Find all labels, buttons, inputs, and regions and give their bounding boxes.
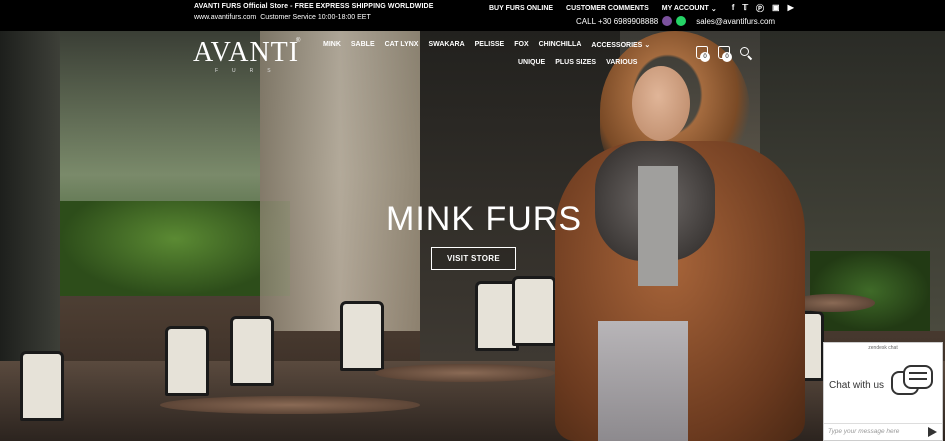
nav-swakara[interactable]: SWAKARA (428, 41, 464, 49)
nav-fox[interactable]: FOX (514, 41, 528, 49)
nav-chinchilla[interactable]: CHINCHILLA (539, 41, 582, 49)
service-hours: Customer Service 10:00-18:00 EET (260, 14, 371, 21)
cafe-chair (230, 316, 274, 386)
search-icon[interactable] (740, 46, 753, 60)
cafe-table (375, 364, 555, 382)
nav-unique[interactable]: UNIQUE (518, 59, 545, 66)
phone-number[interactable]: CALL +30 6989908888 (576, 17, 658, 26)
contact-info: www.avantifurs.com Customer Service 10:00… (194, 14, 371, 21)
twitter-icon[interactable]: 𝕋 (742, 3, 748, 14)
chevron-down-icon: ⌄ (710, 5, 717, 13)
logo-subtitle: FURS (215, 68, 285, 74)
buy-furs-link[interactable]: BUY FURS ONLINE (489, 5, 553, 12)
main-nav: MINK SABLE CAT LYNX SWAKARA PELISSE FOX … (323, 41, 650, 49)
hero-bg-hedge (60, 201, 290, 296)
chat-widget[interactable]: zendesk chat Chat with us Type your mess… (823, 342, 943, 441)
youtube-icon[interactable]: ▶ (788, 3, 794, 14)
main-nav-row2: UNIQUE PLUS SIZES VARIOUS (518, 59, 637, 66)
nav-various[interactable]: VARIOUS (606, 59, 637, 66)
visit-store-button[interactable]: VISIT STORE (431, 247, 516, 270)
hero-headline: MINK FURS (386, 200, 582, 238)
registered-mark: ® (296, 38, 301, 44)
send-icon[interactable] (928, 427, 937, 437)
chat-input-row: Type your message here (824, 423, 942, 441)
nav-pelisse[interactable]: PELISSE (475, 41, 505, 49)
email-link[interactable]: sales@avantifurs.com (696, 17, 775, 26)
avanti-logo[interactable]: AVANTI (193, 39, 299, 67)
cafe-chair (20, 351, 64, 421)
wishlist-icon[interactable]: 0 (696, 46, 710, 62)
whatsapp-icon[interactable] (676, 16, 687, 26)
model-shirt (638, 166, 678, 286)
site-url[interactable]: www.avantifurs.com (194, 14, 256, 21)
wishlist-count: 0 (700, 52, 710, 62)
cafe-chair (340, 301, 384, 371)
customer-comments-link[interactable]: CUSTOMER COMMENTS (566, 5, 649, 12)
hero-bg-curtain (260, 31, 420, 331)
nav-mink[interactable]: MINK (323, 41, 341, 49)
chat-label: Chat with us (829, 380, 885, 391)
pinterest-icon[interactable]: Ⓟ (756, 3, 764, 14)
social-links: f 𝕋 Ⓟ ▣ ▶ (732, 3, 794, 14)
promo-text: AVANTI FURS Official Store - FREE EXPRES… (194, 3, 434, 10)
instagram-icon[interactable]: ▣ (772, 3, 780, 14)
chat-input[interactable]: Type your message here (828, 428, 899, 435)
model-head (632, 66, 690, 141)
chat-bubble-icon (891, 365, 935, 403)
nav-sable[interactable]: SABLE (351, 41, 375, 49)
nav-accessories[interactable]: ACCESSORIES ⌄ (591, 41, 651, 50)
my-account-dropdown[interactable]: MY ACCOUNT ⌄ (662, 5, 717, 13)
cart-count: 0 (722, 52, 732, 62)
nav-plus-sizes[interactable]: PLUS SIZES (555, 59, 596, 66)
nav-accessories-label: ACCESSORIES (591, 41, 643, 49)
chat-brand: zendesk chat (868, 345, 898, 351)
cafe-table (160, 396, 420, 414)
nav-cat-lynx[interactable]: CAT LYNX (385, 41, 419, 49)
top-bar: AVANTI FURS Official Store - FREE EXPRES… (0, 0, 945, 31)
top-links: BUY FURS ONLINE CUSTOMER COMMENTS MY ACC… (489, 3, 794, 14)
cafe-chair (512, 276, 556, 346)
model-skirt (598, 321, 688, 441)
cafe-chair (165, 326, 209, 396)
hero-bg-plant (810, 251, 930, 331)
my-account-label: MY ACCOUNT (661, 5, 709, 12)
cart-icon[interactable]: 0 (718, 46, 732, 62)
chevron-down-icon: ⌄ (644, 42, 651, 49)
viber-icon[interactable] (662, 16, 673, 26)
header-icons: 0 0 (696, 46, 753, 62)
phone-email: CALL +30 6989908888 sales@avantifurs.com (576, 16, 775, 26)
facebook-icon[interactable]: f (732, 3, 735, 14)
